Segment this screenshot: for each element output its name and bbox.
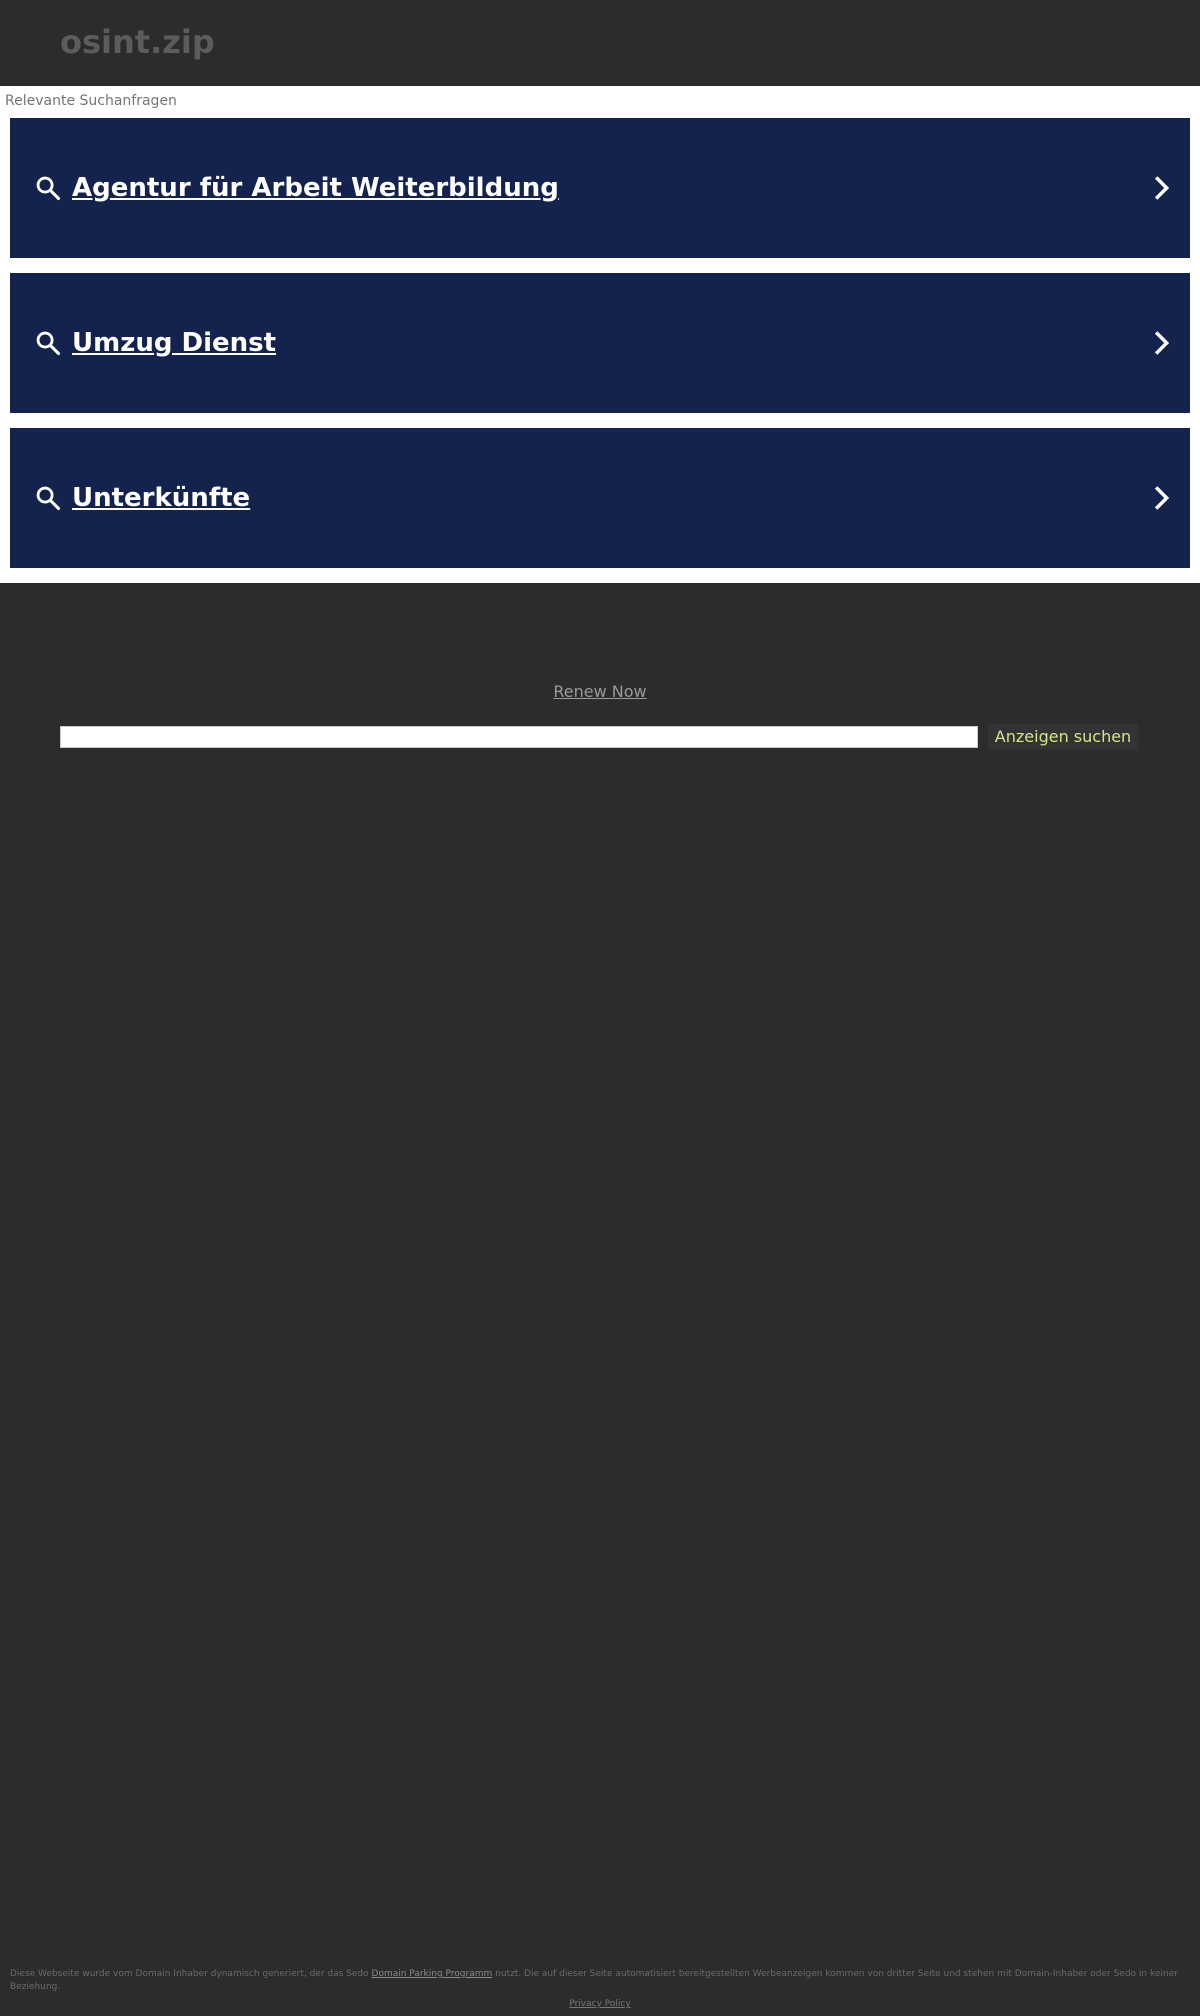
ad-link-umzug[interactable]: Umzug Dienst bbox=[10, 273, 1190, 413]
search-input[interactable] bbox=[60, 726, 978, 748]
search-icon bbox=[36, 331, 61, 356]
ad-link-unterkuenfte[interactable]: Unterkünfte bbox=[10, 428, 1190, 568]
search-icon bbox=[36, 486, 61, 511]
ad-link-label: Agentur für Arbeit Weiterbildung bbox=[72, 173, 559, 203]
privacy-policy-link[interactable]: Privacy Policy bbox=[0, 1999, 1200, 2009]
related-searches-caption: Relevante Suchanfragen bbox=[5, 93, 177, 109]
ad-link-agentur[interactable]: Agentur für Arbeit Weiterbildung bbox=[10, 118, 1190, 258]
chevron-right-icon bbox=[1154, 331, 1170, 355]
search-ads-button[interactable]: Anzeigen suchen bbox=[988, 724, 1138, 750]
header: osint.zip bbox=[0, 0, 1200, 86]
chevron-right-icon bbox=[1154, 486, 1170, 510]
search-row: Anzeigen suchen bbox=[60, 724, 1140, 750]
domain-parking-link[interactable]: Domain Parking Programm bbox=[372, 1969, 493, 1979]
chevron-right-icon bbox=[1154, 176, 1170, 200]
ad-link-label: Unterkünfte bbox=[72, 483, 251, 513]
domain-title: osint.zip bbox=[60, 23, 215, 61]
footer-text-start: Diese Webseite wurde vom Domain Inhaber … bbox=[10, 1969, 372, 1979]
ad-link-label: Umzug Dienst bbox=[72, 328, 277, 358]
footer-disclaimer: Diese Webseite wurde vom Domain Inhaber … bbox=[10, 1968, 1190, 1994]
related-searches-panel: Relevante Suchanfragen Agentur für Arbei… bbox=[0, 86, 1200, 583]
search-icon bbox=[36, 176, 61, 201]
renew-now-link[interactable]: Renew Now bbox=[0, 682, 1200, 701]
